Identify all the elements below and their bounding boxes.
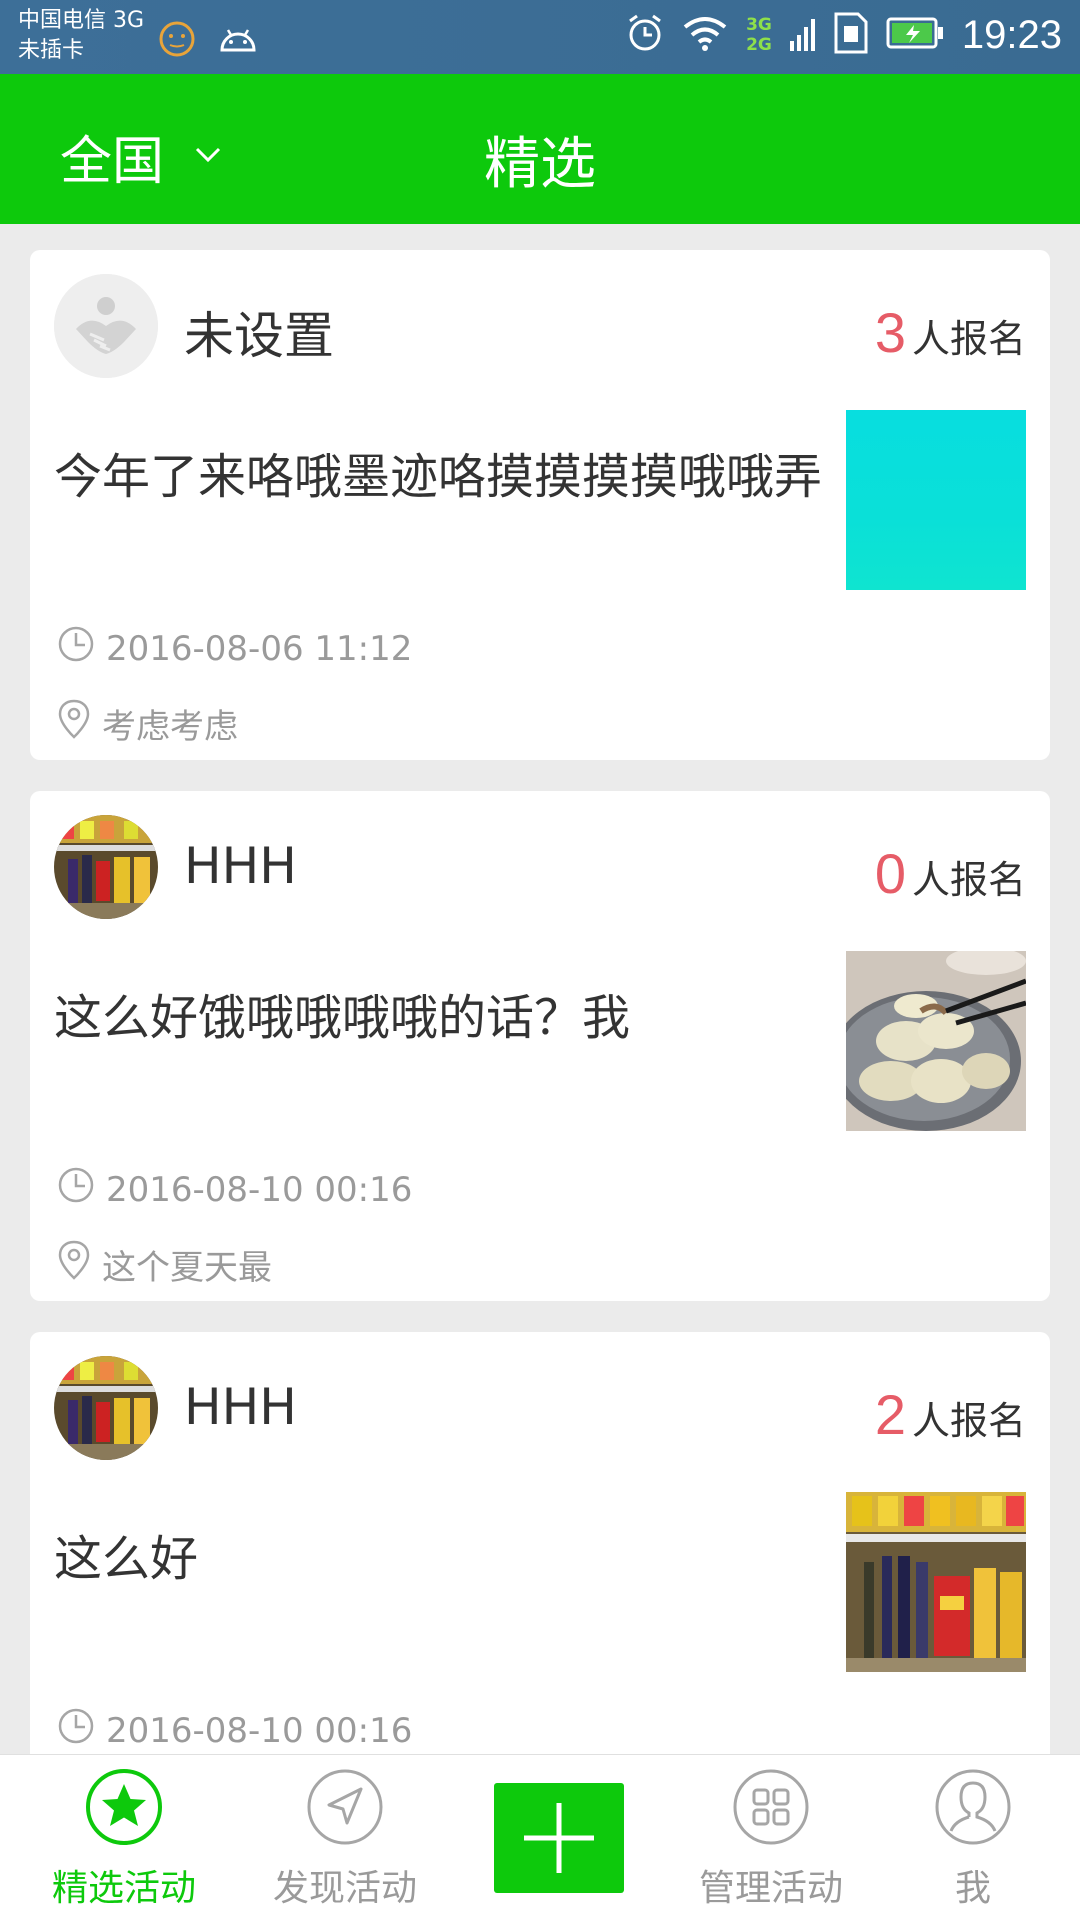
signup-label: 人报名 — [911, 1399, 1026, 1443]
activity-card[interactable]: HHH 2 人报名 这么好 2016-08-10 00:16 — [30, 1332, 1050, 1754]
activity-title: 这么好 — [54, 1531, 199, 1587]
sim-icon — [834, 12, 868, 58]
nav-me-label: 我 — [954, 1868, 991, 1909]
nav-manage[interactable]: 管理活动 — [671, 1767, 871, 1911]
activity-time: 2016-08-06 11:12 — [56, 624, 412, 673]
bottom-nav: 精选活动 发现活动 管理活动 我 — [0, 1754, 1080, 1920]
plus-icon — [524, 1803, 594, 1873]
time-text: 2016-08-10 00:16 — [106, 1710, 413, 1751]
username[interactable]: 未设置 — [184, 296, 334, 368]
carrier-info: 中国电信 3G 未插卡 — [18, 6, 144, 66]
network-2g-label: 2G — [746, 35, 772, 55]
clock-icon — [56, 1165, 96, 1214]
app-bar: 精选 全国 — [0, 74, 1080, 224]
location-pin-icon — [56, 1239, 92, 1290]
activity-feed[interactable]: 未设置 3 人报名 今年了来咯哦墨迹咯摸摸摸摸哦哦弄 2016-08-06 11… — [0, 224, 1080, 1754]
signup-number: 0 — [874, 842, 906, 905]
grid-icon — [731, 1767, 811, 1847]
time-text: 2016-08-06 11:12 — [106, 628, 413, 669]
star-icon — [84, 1767, 164, 1847]
signup-label: 人报名 — [911, 317, 1026, 361]
nav-featured[interactable]: 精选活动 — [24, 1767, 224, 1911]
navigation-arrow-icon — [305, 1767, 385, 1847]
username[interactable]: HHH — [184, 837, 297, 895]
activity-location: 这个夏天最 — [56, 1239, 272, 1290]
signup-number: 3 — [874, 301, 906, 364]
activity-card[interactable]: HHH 0 人报名 这么好饿哦哦哦哦的话？我 2016-08-10 00:16 … — [30, 791, 1050, 1301]
nav-discover[interactable]: 发现活动 — [245, 1767, 445, 1911]
nav-manage-label: 管理活动 — [698, 1868, 843, 1909]
avatar[interactable] — [54, 1356, 158, 1460]
activity-title: 这么好饿哦哦哦哦的话？我 — [54, 990, 631, 1046]
location-text: 考虑考虑 — [102, 707, 238, 747]
clock-icon — [56, 1706, 96, 1754]
network-3g-label: 3G — [746, 15, 772, 35]
chevron-down-icon — [194, 146, 222, 168]
sim-label: 未插卡 — [18, 38, 85, 63]
region-selector[interactable]: 全国 — [60, 119, 222, 194]
activity-location: 考虑考虑 — [56, 698, 238, 749]
network-type: 3G 2G — [746, 15, 772, 55]
signup-count: 2 人报名 — [875, 1382, 1026, 1447]
alarm-icon — [626, 13, 664, 57]
activity-time: 2016-08-10 00:16 — [56, 1165, 412, 1214]
wifi-icon — [682, 15, 728, 55]
face-icon — [158, 20, 196, 62]
activity-thumbnail[interactable] — [846, 951, 1026, 1131]
nav-featured-label: 精选活动 — [51, 1868, 196, 1909]
nav-discover-label: 发现活动 — [272, 1868, 417, 1909]
signup-count: 3 人报名 — [875, 300, 1026, 365]
activity-title: 今年了来咯哦墨迹咯摸摸摸摸哦哦弄 — [54, 449, 823, 505]
nav-me[interactable]: 我 — [873, 1767, 1073, 1911]
status-bar: 中国电信 3G 未插卡 3G 2G 19:23 — [0, 0, 1080, 74]
signal-icon — [789, 13, 816, 57]
activity-thumbnail[interactable] — [846, 410, 1026, 590]
add-activity-button[interactable] — [494, 1783, 624, 1893]
avatar[interactable] — [54, 274, 158, 378]
clock-icon — [56, 624, 96, 673]
clock-time: 19:23 — [961, 12, 1062, 57]
user-icon — [933, 1767, 1013, 1847]
signup-label: 人报名 — [911, 858, 1026, 902]
activity-card[interactable]: 未设置 3 人报名 今年了来咯哦墨迹咯摸摸摸摸哦哦弄 2016-08-06 11… — [30, 250, 1050, 760]
signup-number: 2 — [874, 1383, 906, 1446]
avatar[interactable] — [54, 815, 158, 919]
location-pin-icon — [56, 698, 92, 749]
signup-count: 0 人报名 — [875, 841, 1026, 906]
carrier-label: 中国电信 3G — [18, 8, 145, 33]
activity-thumbnail[interactable] — [846, 1492, 1026, 1672]
username[interactable]: HHH — [184, 1378, 297, 1436]
battery-icon — [886, 16, 944, 54]
android-icon — [218, 24, 258, 58]
time-text: 2016-08-10 00:16 — [106, 1169, 413, 1210]
location-text: 这个夏天最 — [102, 1248, 272, 1288]
activity-time: 2016-08-10 00:16 — [56, 1706, 412, 1754]
region-label: 全国 — [60, 132, 165, 192]
